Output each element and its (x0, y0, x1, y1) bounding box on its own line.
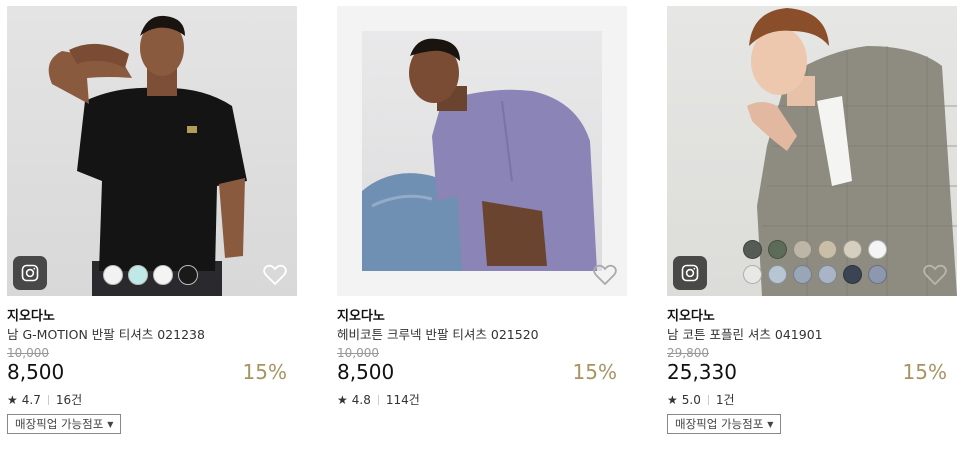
product-name[interactable]: 남 코튼 포플린 셔츠 041901 (667, 324, 823, 343)
product-card[interactable]: 지오다노 남 코튼 포플린 셔츠 041901 29,800 25,330 15… (667, 6, 957, 434)
color-swatch[interactable] (818, 265, 837, 284)
heart-icon[interactable] (263, 264, 287, 286)
color-swatch[interactable] (793, 240, 812, 259)
color-swatch[interactable] (128, 265, 148, 285)
heart-icon[interactable] (593, 264, 617, 286)
instagram-icon (681, 264, 699, 282)
instagram-button[interactable] (13, 256, 47, 290)
sale-price: 8,500 (7, 360, 65, 384)
store-pickup-label: 매장픽업 가능점포 (15, 417, 104, 431)
brand-name[interactable]: 지오다노 (667, 305, 715, 324)
color-swatch[interactable] (743, 265, 762, 284)
product-card[interactable]: 지오다노 남 G-MOTION 반팔 티셔츠 021238 10,000 8,5… (7, 6, 297, 434)
store-pickup-label: 매장픽업 가능점포 (675, 417, 764, 431)
original-price: 10,000 (7, 346, 49, 360)
review-count[interactable]: 114건 (386, 391, 420, 408)
instagram-button[interactable] (673, 256, 707, 290)
original-price: 29,800 (667, 346, 709, 360)
star-icon: ★ (7, 392, 18, 407)
star-icon: ★ (667, 392, 678, 407)
color-swatch[interactable] (178, 265, 198, 285)
rating: ★ 5.0 1건 (667, 391, 735, 408)
rating: ★ 4.8 114건 (337, 391, 420, 408)
color-swatch[interactable] (868, 240, 887, 259)
store-pickup-button[interactable]: 매장픽업 가능점포 ▼ (7, 414, 122, 434)
color-swatch[interactable] (843, 240, 862, 259)
color-swatch[interactable] (103, 265, 123, 285)
sale-price: 8,500 (337, 360, 395, 384)
color-swatch[interactable] (768, 265, 787, 284)
discount-rate: 15% (242, 360, 287, 384)
rating-value: 4.8 (351, 392, 371, 407)
divider (707, 394, 709, 405)
product-card[interactable]: 지오다노 헤비코튼 크루넥 반팔 티셔츠 021520 10,000 8,500… (337, 6, 627, 407)
store-pickup-button[interactable]: 매장픽업 가능점포 ▼ (667, 414, 782, 434)
brand-name[interactable]: 지오다노 (7, 305, 55, 324)
original-price: 10,000 (337, 346, 379, 360)
divider (377, 394, 379, 405)
product-name[interactable]: 남 G-MOTION 반팔 티셔츠 021238 (7, 324, 205, 343)
color-swatch[interactable] (818, 240, 837, 259)
product-image[interactable] (7, 6, 297, 296)
color-swatch[interactable] (153, 265, 173, 285)
heart-icon[interactable] (923, 264, 947, 286)
brand-name[interactable]: 지오다노 (337, 305, 385, 324)
rating: ★ 4.7 16건 (7, 391, 82, 408)
product-name[interactable]: 헤비코튼 크루넥 반팔 티셔츠 021520 (337, 324, 539, 343)
product-image[interactable] (337, 6, 627, 296)
product-image[interactable] (667, 6, 957, 296)
rating-value: 4.7 (21, 392, 41, 407)
instagram-icon (21, 264, 39, 282)
color-swatch[interactable] (843, 265, 862, 284)
discount-rate: 15% (902, 360, 947, 384)
rating-value: 5.0 (681, 392, 701, 407)
sale-price: 25,330 (667, 360, 737, 384)
review-count[interactable]: 1건 (716, 391, 735, 408)
triangle-down-icon: ▼ (107, 419, 114, 429)
color-swatch[interactable] (793, 265, 812, 284)
divider (47, 394, 49, 405)
color-swatch[interactable] (768, 240, 787, 259)
product-photo (48, 15, 247, 296)
product-photo (362, 31, 602, 271)
discount-rate: 15% (572, 360, 617, 384)
triangle-down-icon: ▼ (767, 419, 774, 429)
color-swatch[interactable] (743, 240, 762, 259)
color-swatch[interactable] (868, 265, 887, 284)
product-photo (747, 8, 957, 296)
star-icon: ★ (337, 392, 348, 407)
review-count[interactable]: 16건 (56, 391, 82, 408)
